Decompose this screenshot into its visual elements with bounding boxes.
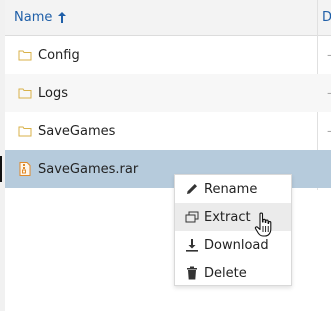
- text-cursor-caret: [0, 156, 2, 182]
- extract-icon: [185, 210, 199, 224]
- table-row-config[interactable]: Config -: [5, 36, 331, 74]
- row-label: Logs: [38, 85, 68, 101]
- menu-item-label: Extract: [204, 209, 251, 225]
- folder-icon: [18, 124, 32, 138]
- table-row-savegames[interactable]: SaveGames -: [5, 112, 331, 150]
- hand-cursor-icon: [254, 212, 274, 238]
- menu-item-label: Delete: [204, 265, 247, 281]
- row-label: Config: [38, 47, 80, 63]
- download-icon: [185, 238, 199, 252]
- trash-icon: [185, 266, 199, 280]
- name-column-header[interactable]: Name: [14, 10, 67, 25]
- table-header: Name D: [5, 0, 331, 36]
- row-date-cell: -: [327, 124, 331, 139]
- table-row-logs[interactable]: Logs -: [5, 74, 331, 112]
- menu-item-rename[interactable]: Rename: [175, 175, 291, 203]
- pencil-icon: [185, 182, 199, 196]
- row-label: SaveGames: [38, 123, 116, 139]
- next-column-header[interactable]: D: [322, 10, 331, 25]
- context-menu: Rename Extract Download Delete: [174, 174, 292, 286]
- folder-icon: [18, 48, 32, 62]
- archive-file-icon: [18, 162, 32, 176]
- menu-item-delete[interactable]: Delete: [175, 259, 291, 287]
- menu-item-label: Download: [204, 237, 269, 253]
- row-date-cell: -: [327, 48, 331, 63]
- row-label: SaveGames.rar: [38, 161, 139, 177]
- folder-icon: [18, 86, 32, 100]
- arrow-up-icon: [58, 12, 67, 23]
- name-column-label: Name: [14, 10, 53, 25]
- row-date-cell: -: [327, 86, 331, 101]
- file-browser: Name D Config -: [0, 0, 331, 311]
- menu-item-label: Rename: [204, 181, 258, 197]
